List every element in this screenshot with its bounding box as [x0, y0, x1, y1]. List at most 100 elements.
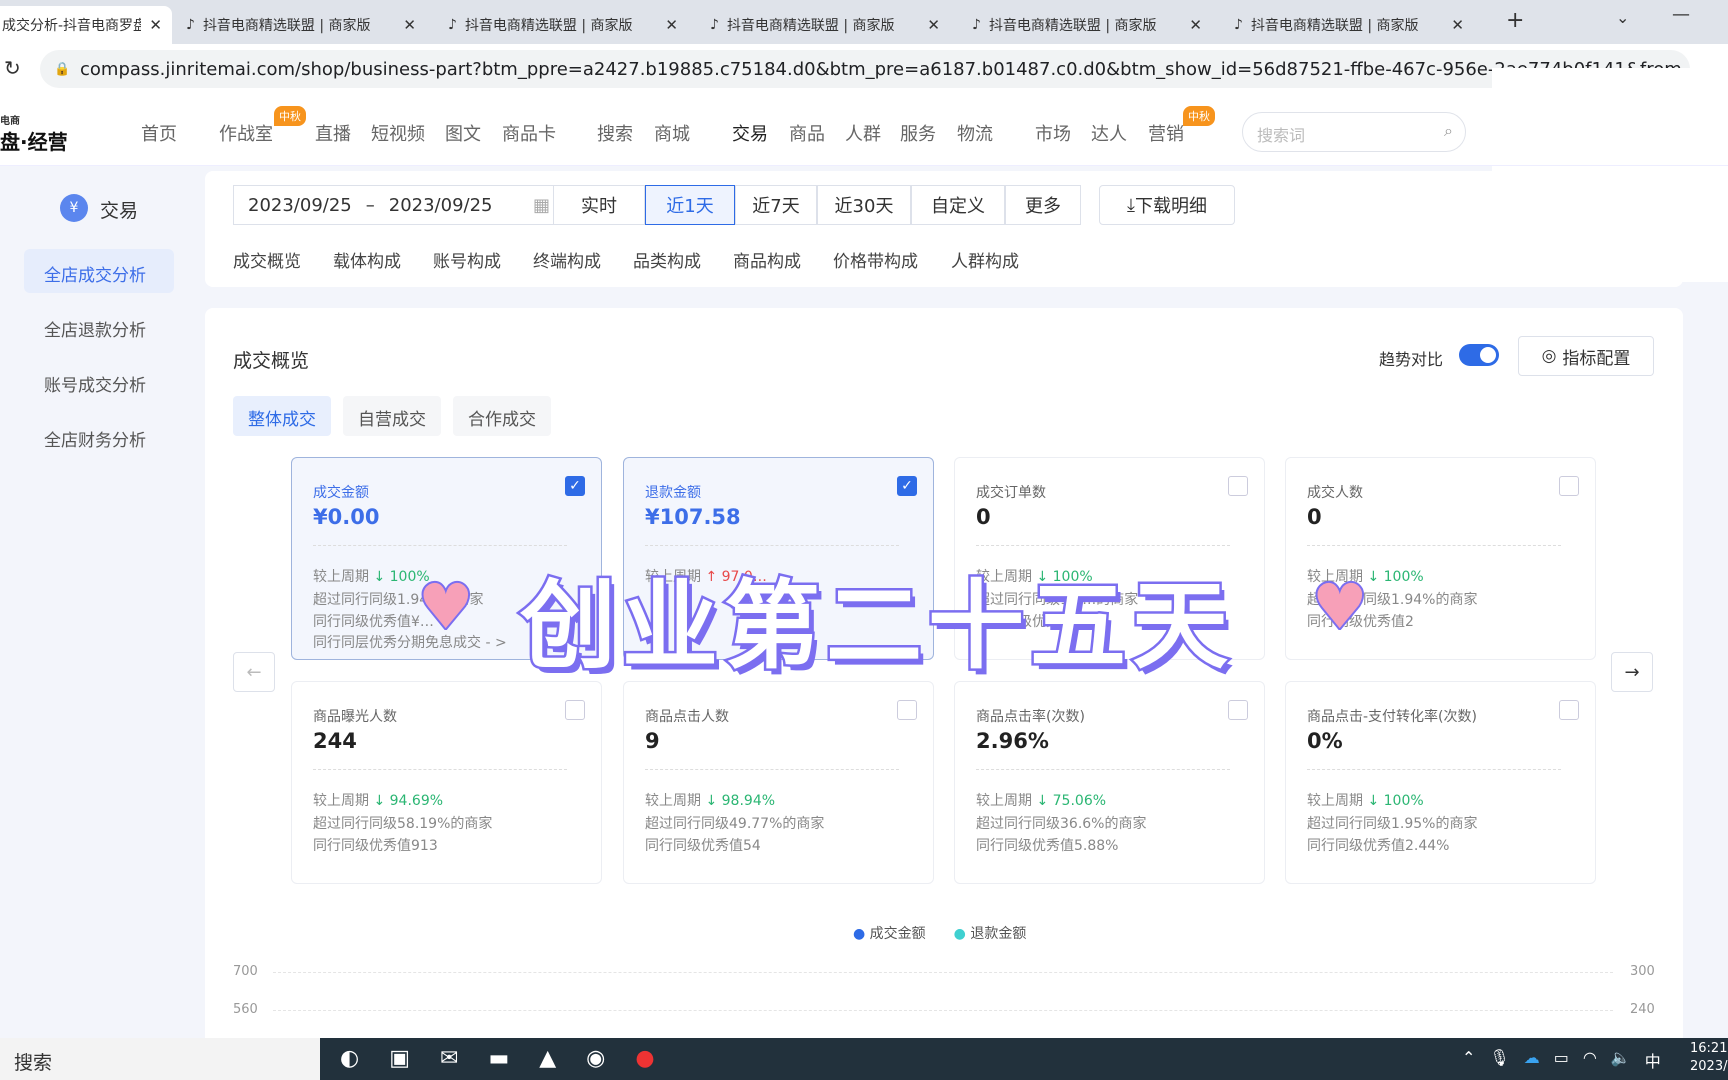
metric-config-button[interactable]: ◎ 指标配置: [1518, 336, 1654, 376]
tab-label: 成交分析-抖音电商罗盘: [2, 18, 142, 34]
nav-item[interactable]: 短视频: [371, 120, 425, 146]
nav-item[interactable]: 商品: [789, 120, 825, 146]
taskbar-search[interactable]: 搜索: [0, 1038, 320, 1080]
search-icon[interactable]: ⌕: [1444, 121, 1453, 141]
browser-tab[interactable]: ♪ 抖音电商精选联盟 | 商家版 ✕: [176, 6, 426, 44]
nav-item[interactable]: 达人: [1091, 120, 1127, 146]
system-tray: ⌃ 🎙 ☁ ▭ ◠ 🔈 中: [1462, 1048, 1661, 1072]
nav-item[interactable]: 人群: [845, 120, 881, 146]
deal-type-tab[interactable]: 合作成交: [453, 396, 551, 436]
cloud-icon: ☁: [1523, 1048, 1540, 1067]
metric-card[interactable]: 商品点击-支付转化率(次数) 0% 较上周期 ↓ 100% 超过同行同级1.95…: [1285, 681, 1596, 884]
sub-tab[interactable]: 品类构成: [633, 247, 701, 272]
metric-card[interactable]: 商品点击率(次数) 2.96% 较上周期 ↓ 75.06% 超过同行同级36.6…: [954, 681, 1265, 884]
reload-icon[interactable]: ↻: [4, 56, 21, 80]
record-icon[interactable]: ●: [635, 1046, 654, 1071]
edge-icon[interactable]: ◐: [340, 1046, 359, 1071]
metric-checkbox[interactable]: [897, 700, 917, 720]
tab-label: 抖音电商精选联盟 | 商家版: [202, 18, 371, 34]
mail-icon[interactable]: ✉: [440, 1046, 458, 1071]
nav-item[interactable]: 商品卡: [502, 120, 556, 146]
nav-item[interactable]: 作战室: [219, 120, 273, 146]
date-range-picker[interactable]: 2023/09/25–2023/09/25 ▦: [233, 185, 563, 225]
url-field[interactable]: 🔒 compass.jinritemai.com/shop/business-pa…: [40, 50, 1690, 88]
close-tab-icon[interactable]: ✕: [1451, 16, 1464, 34]
sidebar-item-store-refund[interactable]: 全店退款分析: [24, 304, 174, 348]
metric-checkbox[interactable]: ✓: [565, 476, 585, 496]
metric-value: 0%: [1307, 729, 1343, 753]
new-tab-button[interactable]: +: [1506, 8, 1524, 33]
metric-checkbox[interactable]: [1228, 476, 1248, 496]
next-arrow-button[interactable]: →: [1611, 652, 1653, 692]
sidebar-item-finance[interactable]: 全店财务分析: [24, 414, 174, 458]
nav-item[interactable]: 搜索: [597, 120, 633, 146]
sub-tab[interactable]: 商品构成: [733, 247, 801, 272]
metric-checkbox[interactable]: [1559, 476, 1579, 496]
nav-item[interactable]: 服务: [900, 120, 936, 146]
sub-tab[interactable]: 成交概览: [233, 247, 301, 272]
deal-type-tab[interactable]: 整体成交: [233, 396, 331, 436]
close-tab-icon[interactable]: ✕: [403, 16, 416, 34]
browser-tab[interactable]: ♪ 抖音电商精选联盟 | 商家版 ✕: [962, 6, 1212, 44]
nav-item[interactable]: 商城: [654, 120, 690, 146]
browser-tab[interactable]: ♪ 抖音电商精选联盟 | 商家版 ✕: [438, 6, 688, 44]
close-tab-icon[interactable]: ✕: [149, 16, 162, 34]
sub-tab[interactable]: 账号构成: [433, 247, 501, 272]
nav-item[interactable]: 营销: [1148, 120, 1184, 146]
range-button[interactable]: 更多: [1005, 185, 1081, 225]
browser-tab[interactable]: ♪ 抖音电商精选联盟 | 商家版 ✕: [1224, 6, 1474, 44]
video-overlay-caption: 创业第二十五天: [518, 568, 1234, 685]
ime-indicator[interactable]: 中: [1645, 1048, 1661, 1072]
nav-item[interactable]: 首页: [141, 120, 177, 146]
prev-arrow-button[interactable]: ←: [233, 652, 275, 692]
sub-tab[interactable]: 价格带构成: [833, 247, 918, 272]
trend-compare-toggle[interactable]: [1459, 344, 1499, 366]
deal-type-tab[interactable]: 自营成交: [343, 396, 441, 436]
store-icon[interactable]: ▣: [389, 1046, 410, 1071]
folder-icon[interactable]: ▬: [488, 1046, 509, 1071]
sidebar-item-account-sales[interactable]: 账号成交分析: [24, 359, 174, 403]
metric-card[interactable]: 商品曝光人数 244 较上周期 ↓ 94.69% 超过同行同级58.19%的商家…: [291, 681, 602, 884]
metric-card[interactable]: 商品点击人数 9 较上周期 ↓ 98.94% 超过同行同级49.77%的商家 同…: [623, 681, 934, 884]
legend-item-sales[interactable]: ● 成交金额: [853, 923, 926, 943]
nav-item[interactable]: 图文: [445, 120, 481, 146]
sub-tab[interactable]: 人群构成: [951, 247, 1019, 272]
range-button[interactable]: 自定义: [911, 185, 1005, 225]
nav-item[interactable]: 物流: [957, 120, 993, 146]
chevron-up-icon[interactable]: ⌃: [1462, 1048, 1475, 1072]
legend-item-refund[interactable]: ● 退款金额: [954, 923, 1027, 943]
metric-checkbox[interactable]: ✓: [897, 476, 917, 496]
metric-checkbox[interactable]: [565, 700, 585, 720]
sub-tab[interactable]: 载体构成: [333, 247, 401, 272]
metric-config-label: 指标配置: [1562, 348, 1631, 369]
range-button[interactable]: 近7天: [735, 185, 817, 225]
peer-link[interactable]: 同行同层优秀分期免息成交 - >: [313, 632, 507, 652]
compare-line: 较上周期 ↓ 94.69%: [313, 793, 444, 809]
peer-rank: 超过同行同级49.77%的商家: [645, 816, 825, 832]
nav-item[interactable]: 直播: [315, 120, 351, 146]
trade-icon: ¥: [60, 194, 88, 222]
photos-icon[interactable]: ▲: [539, 1046, 556, 1071]
sub-tab[interactable]: 终端构成: [533, 247, 601, 272]
range-button[interactable]: 近30天: [817, 185, 911, 225]
close-tab-icon[interactable]: ✕: [665, 16, 678, 34]
chrome-icon[interactable]: ◉: [586, 1046, 605, 1071]
browser-tab[interactable]: 成交分析-抖音电商罗盘 ✕: [0, 6, 172, 44]
divider: [313, 769, 567, 770]
close-tab-icon[interactable]: ✕: [1189, 16, 1202, 34]
browser-tab[interactable]: ♪ 抖音电商精选联盟 | 商家版 ✕: [700, 6, 950, 44]
nav-item[interactable]: 市场: [1035, 120, 1071, 146]
close-tab-icon[interactable]: ✕: [927, 16, 940, 34]
clock[interactable]: 16:212023/9/…: [1690, 1040, 1728, 1076]
sidebar-item-store-sales[interactable]: 全店成交分析: [24, 249, 174, 293]
range-button[interactable]: 近1天: [645, 185, 735, 225]
download-button[interactable]: ⤓ 下载明细: [1099, 185, 1235, 225]
nav-item[interactable]: 交易: [732, 120, 768, 146]
minimize-button[interactable]: —: [1672, 4, 1690, 25]
chart-legend: ● 成交金额 ● 退款金额: [853, 923, 1026, 943]
metric-checkbox[interactable]: [1228, 700, 1248, 720]
range-button[interactable]: 实时: [553, 185, 645, 225]
chevron-down-icon[interactable]: ⌄: [1616, 8, 1629, 27]
search-input[interactable]: 搜索词 ⌕: [1242, 112, 1466, 152]
metric-checkbox[interactable]: [1559, 700, 1579, 720]
